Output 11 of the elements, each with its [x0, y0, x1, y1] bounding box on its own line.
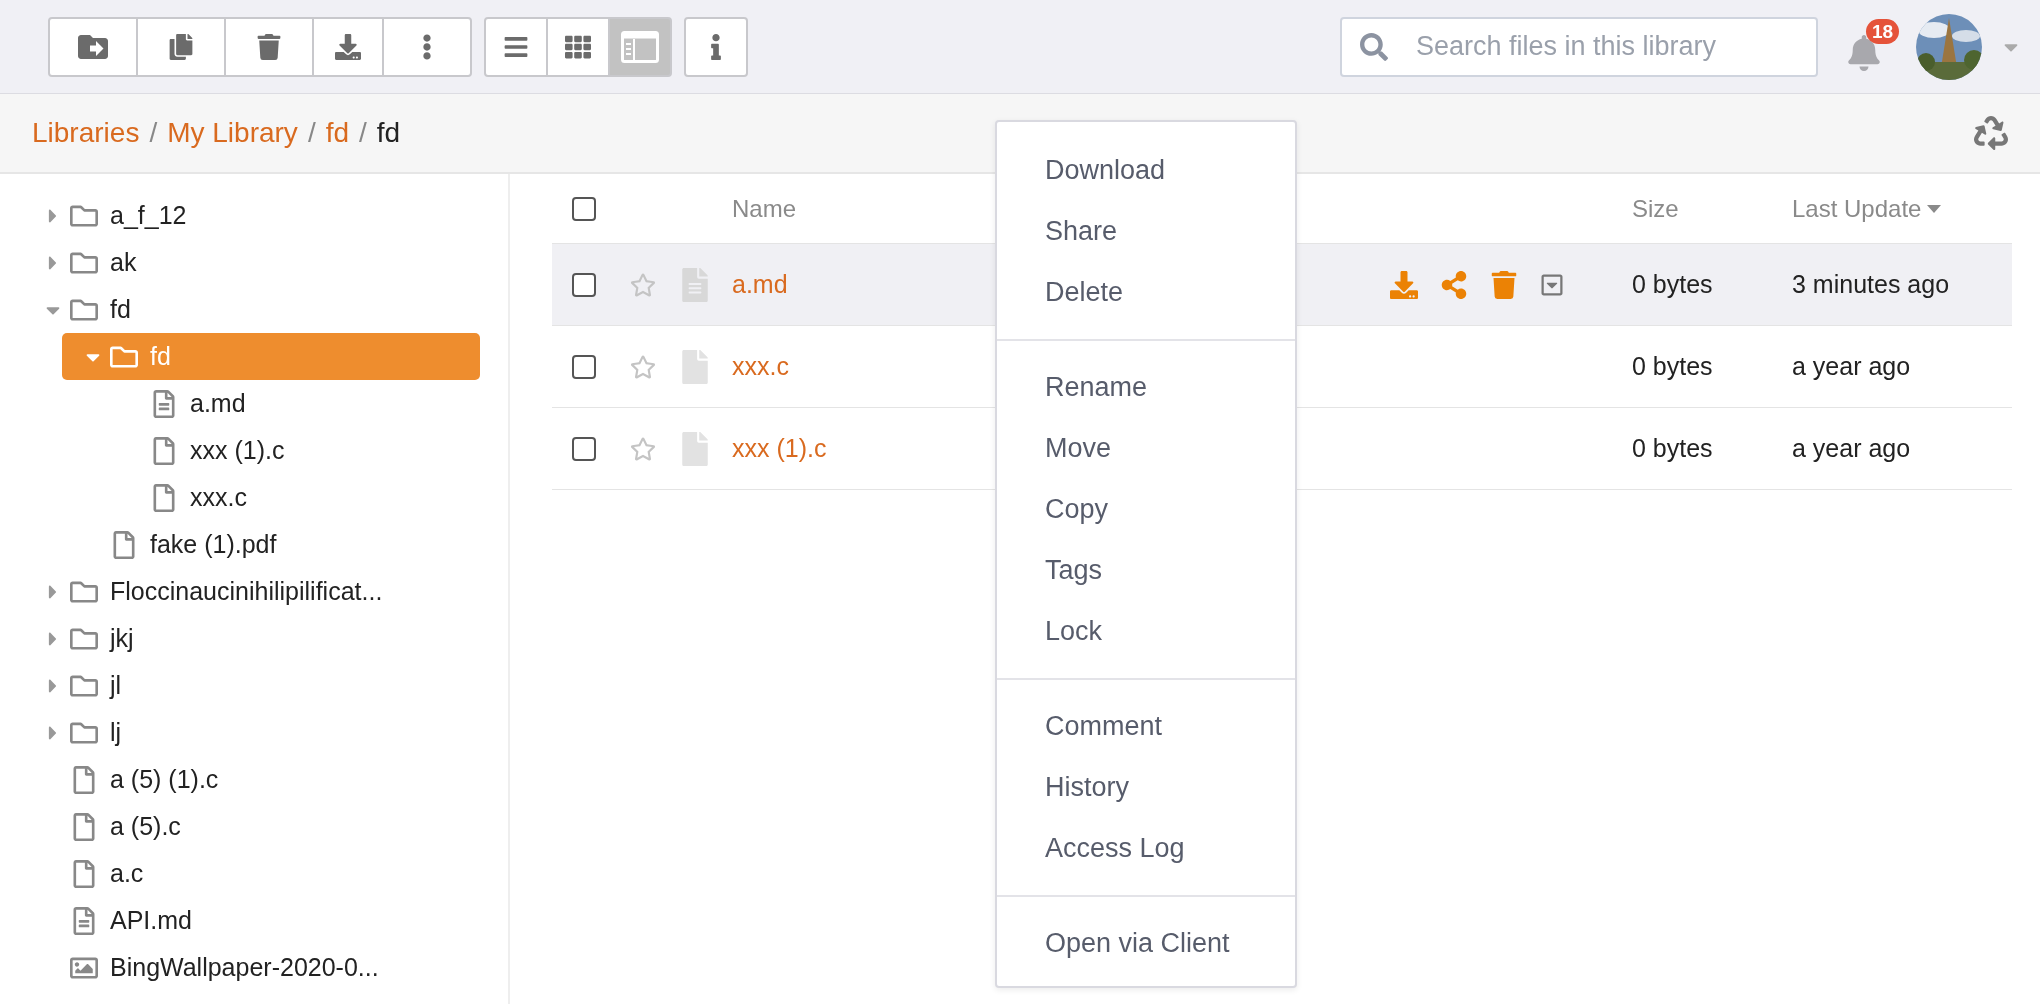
breadcrumb-separator: / — [149, 117, 158, 149]
breadcrumb-current: fd — [376, 117, 401, 149]
breadcrumb-separator: / — [307, 117, 316, 149]
updated-cell: a year ago — [1792, 352, 1911, 381]
updated-cell: 3 minutes ago — [1792, 270, 1950, 299]
breadcrumb-separator: / — [359, 117, 367, 149]
updated-cell: a year ago — [1792, 434, 1911, 463]
notification-badge: 18 — [1866, 18, 1900, 44]
size-cell: 0 bytes — [1632, 434, 1713, 463]
size-cell: 0 bytes — [1632, 352, 1713, 381]
size-cell: 0 bytes — [1632, 270, 1713, 299]
